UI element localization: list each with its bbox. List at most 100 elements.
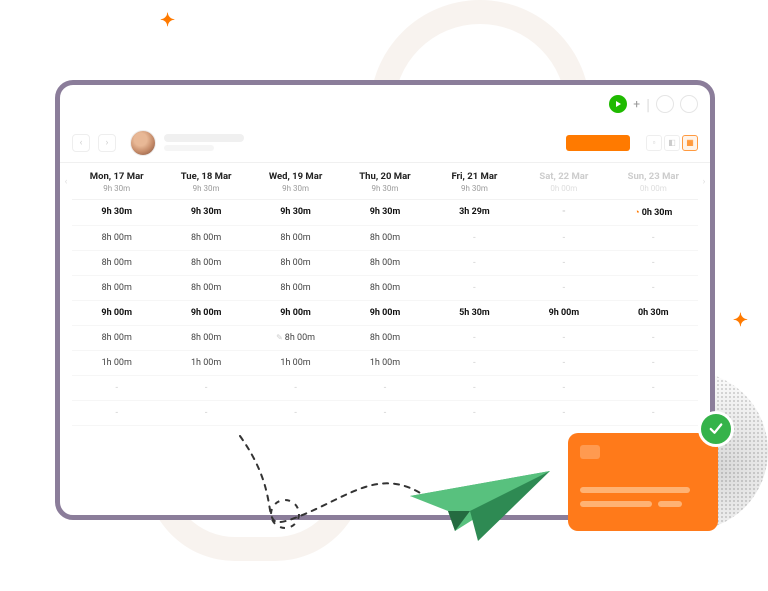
time-cell[interactable]: - xyxy=(340,401,429,426)
play-button[interactable] xyxy=(609,95,627,113)
time-cell[interactable]: - xyxy=(72,376,161,401)
prev-icon[interactable]: ‹ xyxy=(60,163,72,200)
avatar[interactable] xyxy=(130,130,156,156)
row-edge xyxy=(60,401,72,426)
time-cell[interactable]: 8h 00m xyxy=(161,251,250,276)
time-cell[interactable]: - xyxy=(519,251,608,276)
time-cell[interactable]: - xyxy=(430,326,519,351)
time-cell[interactable]: 3h 29m xyxy=(430,200,519,226)
day-label: Fri, 21 Mar xyxy=(432,171,517,182)
time-cell[interactable]: 9h 30m xyxy=(340,200,429,226)
time-cell[interactable]: 8h 00m xyxy=(340,226,429,251)
time-cell[interactable]: - xyxy=(609,326,698,351)
time-cell[interactable]: - xyxy=(161,401,250,426)
paper-plane-icon xyxy=(400,441,560,551)
time-cell[interactable]: 8h 00m xyxy=(340,251,429,276)
time-cell[interactable]: - xyxy=(430,351,519,376)
next-week-button[interactable]: › xyxy=(98,134,116,152)
time-cell[interactable]: - xyxy=(430,226,519,251)
time-cell[interactable]: - xyxy=(519,226,608,251)
time-cell[interactable]: 9h 30m xyxy=(161,200,250,226)
time-cell[interactable]: - xyxy=(609,351,698,376)
time-cell[interactable]: 9h 00m xyxy=(340,301,429,326)
view-option[interactable]: ▫ xyxy=(646,135,662,151)
tool-button[interactable] xyxy=(680,95,698,113)
row-edge xyxy=(698,276,710,301)
day-label: Thu, 20 Mar xyxy=(342,171,427,182)
column-header: Sun, 23 Mar0h 00m xyxy=(609,163,698,200)
time-cell[interactable]: - xyxy=(519,200,608,226)
time-cell[interactable]: - xyxy=(430,251,519,276)
time-cell[interactable]: 8h 00m xyxy=(161,276,250,301)
time-cell[interactable]: - xyxy=(430,376,519,401)
time-cell[interactable]: - xyxy=(519,326,608,351)
time-cell[interactable]: 8h 00m xyxy=(72,251,161,276)
time-cell[interactable]: - xyxy=(609,226,698,251)
prev-week-button[interactable]: ‹ xyxy=(72,134,90,152)
time-cell[interactable]: 9h 00m xyxy=(519,301,608,326)
day-total: 9h 30m xyxy=(163,184,248,193)
time-cell[interactable]: 8h 00m xyxy=(161,226,250,251)
time-cell[interactable]: - xyxy=(519,401,608,426)
time-cell[interactable]: 9h 00m xyxy=(161,301,250,326)
timesheet-grid: ‹Mon, 17 Mar9h 30mTue, 18 Mar9h 30mWed, … xyxy=(60,163,710,426)
time-cell[interactable]: 1h 00m xyxy=(161,351,250,376)
time-cell[interactable]: - xyxy=(609,276,698,301)
day-total: 0h 00m xyxy=(521,184,606,193)
column-header: Thu, 20 Mar9h 30m xyxy=(340,163,429,200)
time-cell[interactable]: 8h 00m xyxy=(72,226,161,251)
time-cell[interactable]: 8h 00m xyxy=(251,226,340,251)
day-label: Sun, 23 Mar xyxy=(611,171,696,182)
time-cell[interactable]: 9h 00m xyxy=(251,301,340,326)
time-cell[interactable]: 9h 30m xyxy=(251,200,340,226)
time-cell[interactable]: - xyxy=(609,401,698,426)
time-cell[interactable]: - xyxy=(519,376,608,401)
row-edge xyxy=(698,200,710,226)
time-cell[interactable]: 5h 30m xyxy=(430,301,519,326)
view-option-active[interactable]: ▦ xyxy=(682,135,698,151)
time-cell[interactable]: 1h 00m xyxy=(72,351,161,376)
time-cell[interactable]: 8h 00m xyxy=(161,326,250,351)
time-cell[interactable]: - xyxy=(430,276,519,301)
row-edge xyxy=(698,351,710,376)
time-cell[interactable]: 9h 30m xyxy=(72,200,161,226)
time-cell[interactable]: 8h 00m xyxy=(251,251,340,276)
day-label: Mon, 17 Mar xyxy=(74,171,159,182)
time-cell[interactable]: - xyxy=(609,251,698,276)
next-icon[interactable]: › xyxy=(698,163,710,200)
time-cell[interactable]: 8h 00m xyxy=(251,276,340,301)
success-check-icon xyxy=(698,411,734,447)
row-edge xyxy=(698,251,710,276)
time-cell[interactable]: ◔0h 30m xyxy=(609,200,698,226)
time-cell[interactable]: 1h 00m xyxy=(251,351,340,376)
tool-button[interactable] xyxy=(656,95,674,113)
time-cell[interactable]: - xyxy=(72,401,161,426)
time-cell[interactable]: 8h 00m xyxy=(340,276,429,301)
time-cell[interactable]: - xyxy=(609,376,698,401)
time-cell[interactable]: - xyxy=(161,376,250,401)
time-cell[interactable]: - xyxy=(519,351,608,376)
row-edge xyxy=(60,326,72,351)
time-cell[interactable]: 1h 00m xyxy=(340,351,429,376)
column-header: Fri, 21 Mar9h 30m xyxy=(430,163,519,200)
time-cell[interactable]: 8h 00m xyxy=(72,326,161,351)
row-edge xyxy=(698,301,710,326)
time-cell[interactable]: - xyxy=(519,276,608,301)
credit-card-illustration xyxy=(568,433,718,531)
user-name-placeholder xyxy=(164,134,244,151)
time-cell[interactable]: 8h 00m xyxy=(72,276,161,301)
row-edge xyxy=(60,301,72,326)
time-cell[interactable]: - xyxy=(251,401,340,426)
time-cell[interactable]: - xyxy=(340,376,429,401)
time-cell[interactable]: - xyxy=(251,376,340,401)
time-cell[interactable]: 0h 30m xyxy=(609,301,698,326)
row-edge xyxy=(60,226,72,251)
time-cell[interactable]: - xyxy=(430,401,519,426)
time-cell[interactable]: 9h 00m xyxy=(72,301,161,326)
view-option[interactable]: ◧ xyxy=(664,135,680,151)
column-header: Tue, 18 Mar9h 30m xyxy=(161,163,250,200)
time-cell[interactable]: ✎8h 00m xyxy=(251,326,340,351)
time-cell[interactable]: 8h 00m xyxy=(340,326,429,351)
add-icon[interactable]: + xyxy=(633,97,640,111)
action-button[interactable] xyxy=(566,135,630,151)
